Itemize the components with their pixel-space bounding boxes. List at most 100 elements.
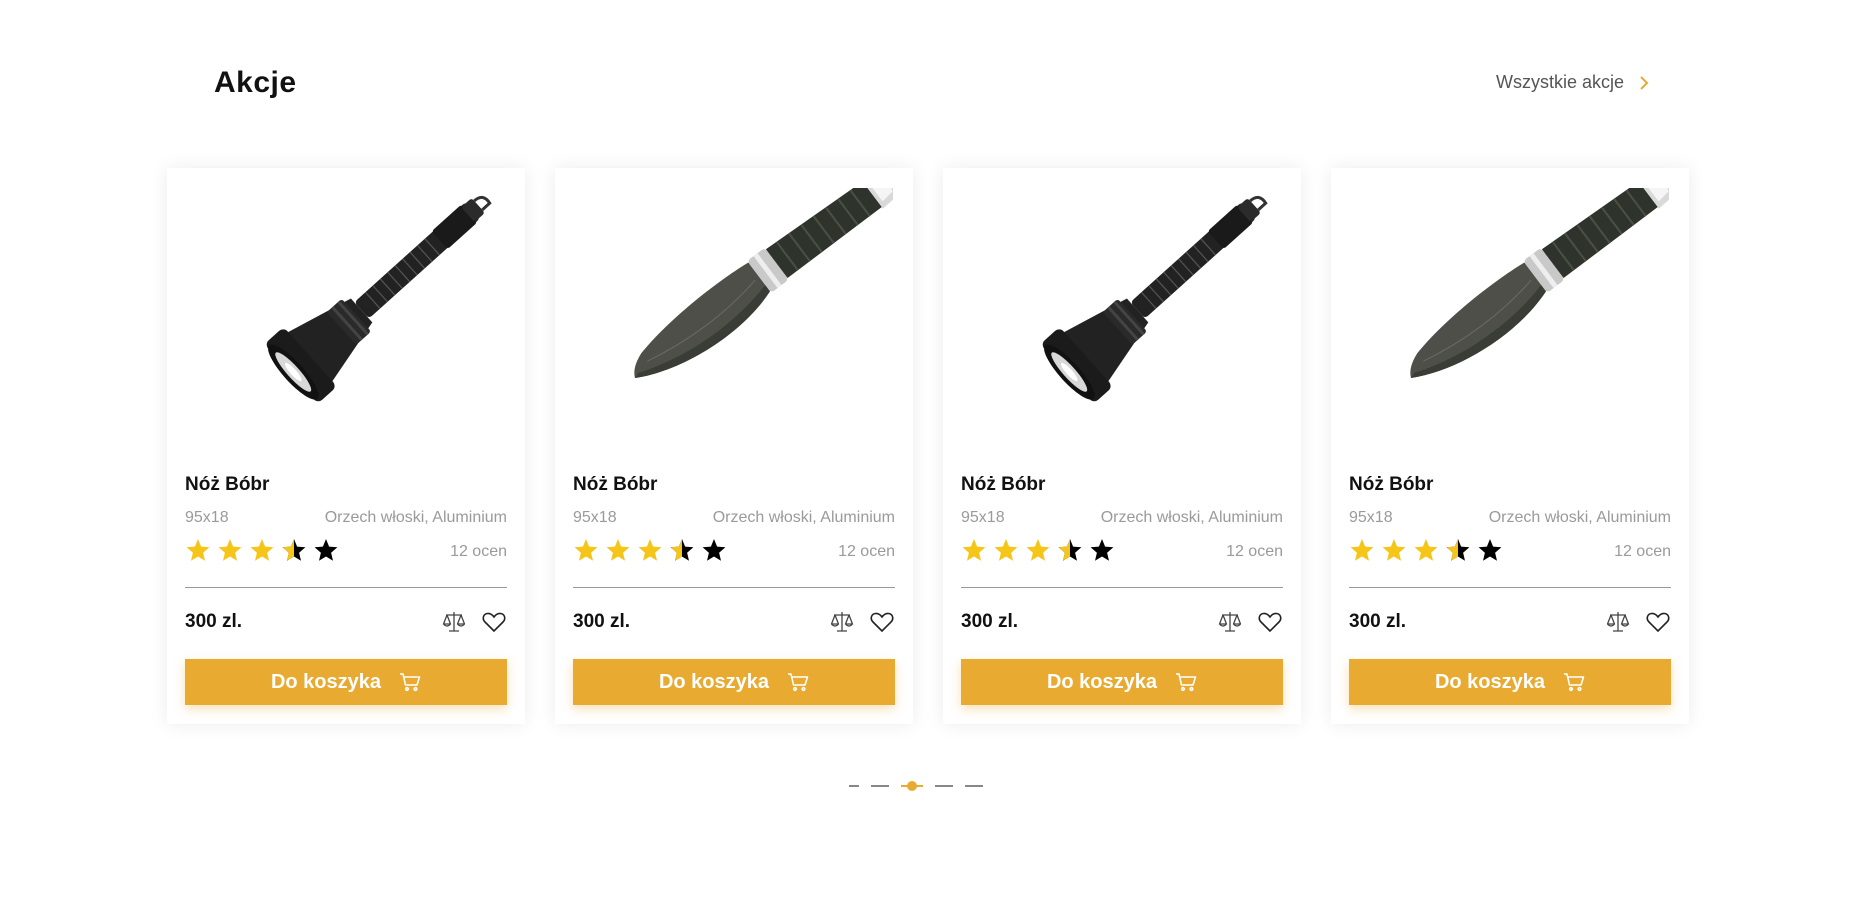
compare-icon[interactable] xyxy=(1605,609,1631,635)
product-actions xyxy=(829,609,895,635)
star-empty-icon xyxy=(702,539,726,561)
heart-icon[interactable] xyxy=(481,609,507,635)
product-meta: 95x18 Orzech włoski, Aluminium xyxy=(1349,509,1671,527)
cart-icon xyxy=(1564,673,1585,692)
product-name[interactable]: Nóż Bóbr xyxy=(1349,474,1433,496)
product-name[interactable]: Nóż Bóbr xyxy=(961,474,1045,496)
product-size: 95x18 xyxy=(961,509,1005,526)
all-promotions-link[interactable]: Wszystkie akcje xyxy=(1496,72,1650,93)
review-count: 12 ocen xyxy=(1614,543,1671,560)
product-price: 300 zl. xyxy=(185,611,243,632)
product-card[interactable]: Nóż Bóbr 95x18 Orzech włoski, Aluminium … xyxy=(943,168,1301,724)
heart-icon[interactable] xyxy=(869,609,895,635)
price-row: 300 zl. xyxy=(573,609,895,635)
product-material: Orzech włoski, Aluminium xyxy=(1100,509,1283,526)
product-actions xyxy=(1217,609,1283,635)
flashlight-image xyxy=(266,195,492,402)
pagination-dot[interactable] xyxy=(849,785,859,787)
product-price: 300 zl. xyxy=(573,611,631,632)
product-image[interactable] xyxy=(1351,169,1676,428)
add-to-cart-button[interactable]: Do koszyka xyxy=(573,659,895,705)
product-size: 95x18 xyxy=(185,509,229,526)
product-meta: 95x18 Orzech włoski, Aluminium xyxy=(573,509,895,527)
star-filled-icon xyxy=(250,539,274,561)
product-size: 95x18 xyxy=(573,509,617,526)
product-meta: 95x18 Orzech włoski, Aluminium xyxy=(185,509,507,527)
cart-icon xyxy=(400,673,421,692)
product-card[interactable]: Nóż Bóbr 95x18 Orzech włoski, Aluminium … xyxy=(555,168,913,724)
rating-stars xyxy=(185,537,339,563)
product-rating-row: 12 ocen xyxy=(185,537,507,563)
divider xyxy=(185,587,507,588)
section-title: Akcje xyxy=(214,66,297,99)
product-image[interactable] xyxy=(187,188,505,428)
rating-stars xyxy=(1349,537,1503,563)
product-actions xyxy=(1605,609,1671,635)
pagination-dot[interactable] xyxy=(935,785,953,787)
product-carousel: Nóż Bóbr 95x18 Orzech włoski, Aluminium … xyxy=(167,168,1689,724)
add-to-cart-button[interactable]: Do koszyka xyxy=(961,659,1283,705)
price-row: 300 zl. xyxy=(185,609,507,635)
compare-icon[interactable] xyxy=(1217,609,1243,635)
product-image[interactable] xyxy=(963,188,1281,428)
product-size: 95x18 xyxy=(1349,509,1393,526)
product-actions xyxy=(441,609,507,635)
review-count: 12 ocen xyxy=(838,543,895,560)
add-to-cart-label: Do koszyka xyxy=(1434,670,1546,693)
chevron-right-icon xyxy=(1640,75,1649,90)
star-filled-icon xyxy=(638,539,662,561)
product-rating-row: 12 ocen xyxy=(573,537,895,563)
product-material: Orzech włoski, Aluminium xyxy=(712,509,895,526)
product-rating-row: 12 ocen xyxy=(1349,537,1671,563)
star-half-icon xyxy=(670,539,694,561)
add-to-cart-label: Do koszyka xyxy=(658,670,770,693)
product-rating-row: 12 ocen xyxy=(961,537,1283,563)
star-empty-icon xyxy=(1090,539,1114,561)
star-filled-icon xyxy=(606,539,630,561)
add-to-cart-label: Do koszyka xyxy=(270,670,382,693)
heart-icon[interactable] xyxy=(1645,609,1671,635)
product-meta: 95x18 Orzech włoski, Aluminium xyxy=(961,509,1283,527)
divider xyxy=(1349,587,1671,588)
carousel-pagination xyxy=(849,779,983,793)
review-count: 12 ocen xyxy=(450,543,507,560)
product-name[interactable]: Nóż Bóbr xyxy=(573,474,657,496)
star-half-icon xyxy=(1446,539,1470,561)
add-to-cart-button[interactable]: Do koszyka xyxy=(185,659,507,705)
pagination-dot[interactable] xyxy=(965,785,983,787)
product-material: Orzech włoski, Aluminium xyxy=(1488,509,1671,526)
product-material: Orzech włoski, Aluminium xyxy=(324,509,507,526)
star-filled-icon xyxy=(1350,539,1374,561)
product-price: 300 zl. xyxy=(1349,611,1407,632)
product-name[interactable]: Nóż Bóbr xyxy=(185,474,269,496)
heart-icon[interactable] xyxy=(1257,609,1283,635)
star-filled-icon xyxy=(1382,539,1406,561)
product-card[interactable]: Nóż Bóbr 95x18 Orzech włoski, Aluminium … xyxy=(167,168,525,724)
flashlight-image xyxy=(1042,195,1268,402)
product-image[interactable] xyxy=(575,169,900,428)
section-header: Akcje Wszystkie akcje xyxy=(214,62,1650,106)
rating-stars xyxy=(573,537,727,563)
all-promotions-label: Wszystkie akcje xyxy=(1495,72,1624,92)
star-filled-icon xyxy=(186,539,210,561)
star-filled-icon xyxy=(218,539,242,561)
star-half-icon xyxy=(1058,539,1082,561)
add-to-cart-button[interactable]: Do koszyka xyxy=(1349,659,1671,705)
price-row: 300 zl. xyxy=(1349,609,1671,635)
product-card[interactable]: Nóż Bóbr 95x18 Orzech włoski, Aluminium … xyxy=(1331,168,1689,724)
star-half-icon xyxy=(282,539,306,561)
star-filled-icon xyxy=(1414,539,1438,561)
cart-icon xyxy=(1176,673,1197,692)
pagination-dot-active[interactable] xyxy=(901,779,923,793)
pagination-dot[interactable] xyxy=(871,785,889,787)
compare-icon[interactable] xyxy=(829,609,855,635)
add-to-cart-label: Do koszyka xyxy=(1046,670,1158,693)
compare-icon[interactable] xyxy=(441,609,467,635)
star-filled-icon xyxy=(1026,539,1050,561)
product-price: 300 zl. xyxy=(961,611,1019,632)
star-empty-icon xyxy=(1478,539,1502,561)
review-count: 12 ocen xyxy=(1226,543,1283,560)
cart-icon xyxy=(788,673,809,692)
star-empty-icon xyxy=(314,539,338,561)
price-row: 300 zl. xyxy=(961,609,1283,635)
